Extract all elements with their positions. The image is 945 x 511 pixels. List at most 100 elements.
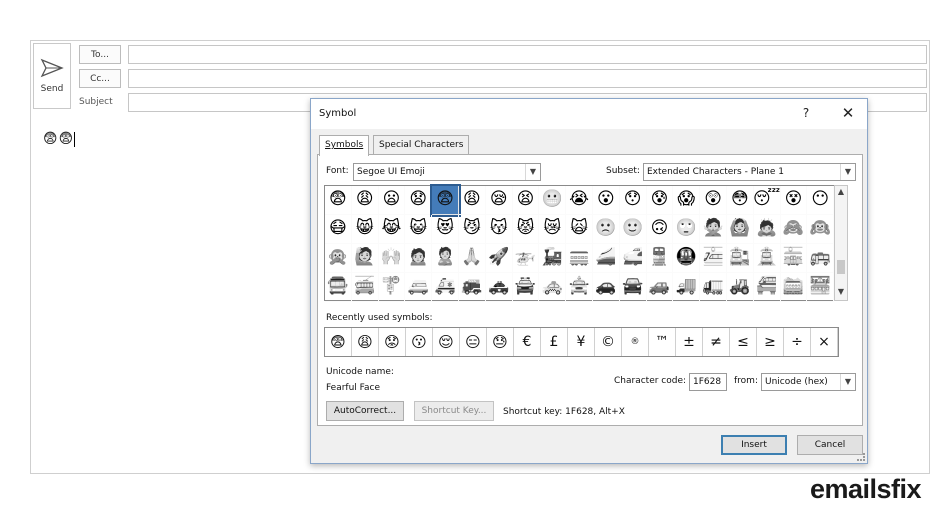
to-button[interactable]: To... (79, 45, 121, 64)
symbol-cell[interactable]: 🚝 (753, 272, 781, 302)
autocorrect-button[interactable]: AutoCorrect... (326, 401, 404, 421)
recent-symbol-cell[interactable]: 😨 (325, 328, 352, 356)
shortcut-key-button[interactable]: Shortcut Key... (414, 401, 494, 421)
symbol-cell[interactable]: 😯 (619, 186, 647, 215)
to-field[interactable] (128, 45, 927, 64)
message-body[interactable]: 😨😨 (43, 131, 76, 147)
symbol-cell[interactable]: 🚗 (592, 272, 620, 302)
symbol-cell[interactable]: 🚉 (726, 243, 754, 273)
symbol-cell[interactable]: 🚜 (726, 272, 754, 302)
scroll-thumb[interactable] (837, 260, 845, 274)
symbol-cell[interactable]: 🚔 (512, 272, 540, 302)
symbol-cell[interactable]: 🚎 (351, 272, 379, 302)
symbol-cell[interactable]: 🚅 (619, 243, 647, 273)
recent-symbol-cell[interactable]: © (595, 328, 622, 356)
symbol-cell[interactable]: 🙁 (592, 214, 620, 244)
symbol-cell[interactable]: 🚛 (700, 272, 727, 302)
font-dropdown[interactable]: Segoe UI Emoji ▼ (353, 163, 541, 181)
symbol-cell[interactable]: 😮 (592, 186, 620, 215)
symbol-cell[interactable]: 🙋 (351, 243, 379, 273)
symbol-cell[interactable]: 😵 (780, 186, 808, 215)
symbol-cell[interactable]: 😲 (700, 186, 727, 215)
recent-symbol-cell[interactable]: 😑 (460, 328, 487, 356)
symbol-cell[interactable]: 🚓 (485, 272, 513, 302)
cc-field[interactable] (128, 69, 927, 88)
symbol-cell[interactable]: 🚈 (700, 243, 727, 273)
send-button[interactable]: Send (33, 43, 71, 109)
symbol-cell[interactable]: 🙊 (325, 243, 352, 273)
symbol-grid[interactable]: 😨 😩 😦 😧 😨 😩 😪 😫 😬 😭 😮 😯 😰 😱 😲 😳 😴 😵 😶 😷 😸 😹 😺 😻 😼 😽 😾 😿 🙀 🙁 🙂 🙃 🙄 🙅 🙆 🙇 🙈 🙉 🙊 🙋… (324, 184, 835, 302)
symbol-cell[interactable]: 🚟 (807, 272, 835, 302)
symbol-cell[interactable]: 🙂 (619, 214, 647, 244)
recent-symbol-cell[interactable]: ÷ (784, 328, 811, 356)
symbol-cell[interactable]: 🚙 (646, 272, 674, 302)
symbol-cell[interactable]: 😱 (673, 186, 701, 215)
symbol-cell[interactable]: 🙇 (753, 214, 781, 244)
resize-grip-icon[interactable] (857, 453, 865, 461)
character-code-field[interactable]: 1F628 (689, 373, 727, 391)
symbol-cell[interactable]: 😼 (458, 214, 486, 244)
scroll-down-icon[interactable]: ▼ (835, 287, 847, 299)
symbol-cell[interactable]: 🚌 (807, 243, 835, 273)
symbol-cell[interactable]: 🚚 (673, 272, 701, 302)
symbol-cell[interactable]: 🚊 (753, 243, 781, 273)
symbol-cell[interactable]: 🚂 (539, 243, 567, 273)
symbol-cell[interactable]: 🙈 (780, 214, 808, 244)
symbol-cell[interactable]: 🚁 (512, 243, 540, 273)
recent-symbols-row[interactable]: 😨 😩 😟 😗 😌 😑 😓 € £ ¥ © ® ™ ± ≠ ≤ ≥ ÷ × (324, 327, 839, 357)
recent-symbol-cell[interactable]: ™ (649, 328, 676, 356)
symbol-cell[interactable]: 😹 (378, 214, 406, 244)
symbol-cell[interactable]: 🚕 (539, 272, 567, 302)
symbol-cell[interactable]: 🚄 (592, 243, 620, 273)
symbol-cell[interactable]: 🙃 (646, 214, 674, 244)
cc-button[interactable]: Cc... (79, 69, 121, 88)
symbol-cell[interactable]: 🙉 (807, 214, 835, 244)
symbol-cell[interactable]: 🙄 (673, 214, 701, 244)
recent-symbol-cell[interactable]: 😩 (352, 328, 379, 356)
symbol-cell[interactable]: 🙏 (458, 243, 486, 273)
recent-symbol-cell[interactable]: 😗 (406, 328, 433, 356)
symbol-cell[interactable]: 😾 (512, 214, 540, 244)
symbol-cell[interactable]: 🙆 (726, 214, 754, 244)
recent-symbol-cell[interactable]: 😌 (433, 328, 460, 356)
recent-symbol-cell[interactable]: 😓 (487, 328, 514, 356)
symbol-cell[interactable]: 🚋 (780, 243, 808, 273)
symbol-cell[interactable]: 🚍 (325, 272, 352, 302)
symbol-cell[interactable]: 🚇 (673, 243, 701, 273)
symbol-cell[interactable]: 😨 (325, 186, 352, 215)
recent-symbol-cell[interactable]: ≠ (703, 328, 730, 356)
scroll-up-icon[interactable]: ▲ (835, 187, 847, 199)
symbol-cell[interactable]: 🙌 (378, 243, 406, 273)
symbol-cell[interactable]: 🚘 (619, 272, 647, 302)
symbol-cell[interactable]: 😸 (351, 214, 379, 244)
symbol-cell[interactable]: 🚖 (566, 272, 593, 302)
symbol-cell[interactable]: 😨 (430, 184, 461, 217)
symbol-cell[interactable]: 😬 (539, 186, 567, 215)
symbol-cell[interactable]: 🚆 (646, 243, 674, 273)
symbol-cell[interactable]: 😳 (726, 186, 754, 215)
symbol-cell[interactable]: 😴 (753, 186, 781, 215)
recent-symbol-cell[interactable]: ≤ (730, 328, 757, 356)
symbol-cell[interactable]: 🚏 (378, 272, 406, 302)
from-dropdown[interactable]: Unicode (hex) ▼ (761, 373, 856, 391)
recent-symbol-cell[interactable]: ® (622, 328, 649, 356)
recent-symbol-cell[interactable]: × (811, 328, 838, 356)
symbol-grid-scrollbar[interactable]: ▲ ▼ (834, 185, 848, 301)
symbol-cell[interactable]: 😰 (646, 186, 674, 215)
symbol-cell[interactable]: 🙅 (700, 214, 727, 244)
symbol-cell[interactable]: 🙍 (405, 243, 433, 273)
symbol-cell[interactable]: 😦 (378, 186, 406, 215)
close-button[interactable]: ✕ (837, 103, 859, 123)
recent-symbol-cell[interactable]: € (514, 328, 541, 356)
recent-symbol-cell[interactable]: ± (676, 328, 703, 356)
symbol-cell[interactable]: 😧 (405, 186, 433, 215)
symbol-cell[interactable]: 😷 (325, 214, 352, 244)
symbol-cell[interactable]: 🚑 (432, 272, 459, 302)
symbol-cell[interactable]: 😶 (807, 186, 835, 215)
symbol-cell[interactable]: 🙀 (566, 214, 593, 244)
symbol-cell[interactable]: 😭 (566, 186, 593, 215)
symbol-cell[interactable]: 😩 (458, 186, 486, 215)
tab-symbols[interactable]: Symbols (319, 135, 370, 156)
symbol-cell[interactable]: 😽 (485, 214, 513, 244)
recent-symbol-cell[interactable]: £ (541, 328, 568, 356)
